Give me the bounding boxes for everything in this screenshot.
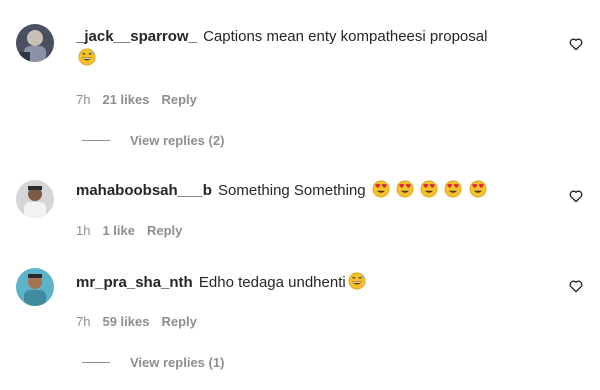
reply-button[interactable]: Reply — [147, 223, 182, 238]
avatar[interactable] — [16, 268, 54, 306]
divider-line — [82, 140, 110, 141]
like-heart-icon[interactable] — [568, 188, 584, 204]
heart-eyes-emoji-icon — [396, 180, 414, 198]
divider-line — [82, 362, 110, 363]
username[interactable]: mahaboobsah___b — [76, 182, 212, 199]
view-replies-button[interactable]: View replies (2) — [82, 133, 224, 148]
comment-meta: 7h 59 likes Reply — [76, 314, 197, 329]
heart-eyes-emoji-icon — [444, 180, 462, 198]
username[interactable]: _jack__sparrow_ — [76, 28, 197, 45]
likes-count[interactable]: 21 likes — [102, 92, 149, 107]
view-replies-button[interactable]: View replies (1) — [82, 355, 224, 370]
comment-body: Edho tedaga undhenti — [198, 274, 346, 291]
comment-text: mr_pra_sha_nth Edho tedaga undhenti — [76, 272, 546, 294]
heart-eyes-emoji-icon — [420, 180, 438, 198]
view-replies-label: View replies (2) — [130, 133, 225, 148]
username[interactable]: mr_pra_sha_nth — [76, 274, 193, 291]
avatar[interactable] — [16, 180, 54, 218]
reply-button[interactable]: Reply — [161, 314, 196, 329]
like-heart-icon[interactable] — [568, 278, 584, 294]
heart-eyes-emoji-icon — [372, 180, 390, 198]
reply-button[interactable]: Reply — [161, 92, 196, 107]
heart-eyes-emoji-icon — [469, 180, 486, 198]
comment-time: 1h — [76, 223, 91, 238]
view-replies-label: View replies (1) — [130, 355, 225, 370]
comment-time: 7h — [76, 314, 91, 329]
comment-meta: 1h 1 like Reply — [76, 223, 182, 238]
comment-meta: 7h 21 likes Reply — [76, 92, 197, 107]
likes-count[interactable]: 59 likes — [102, 314, 149, 329]
avatar[interactable] — [16, 24, 54, 62]
comment-body: Something Something — [218, 182, 366, 199]
grinning-sweat-emoji-icon — [78, 48, 96, 66]
comment-text: _jack__sparrow_ Captions mean enty kompa… — [76, 26, 546, 70]
grinning-sweat-emoji-icon — [348, 272, 366, 290]
comment-body: Captions mean enty kompatheesi proposal — [203, 28, 488, 45]
comment-time: 7h — [76, 92, 91, 107]
likes-count[interactable]: 1 like — [102, 223, 135, 238]
like-heart-icon[interactable] — [568, 36, 584, 52]
emoji-group — [370, 180, 487, 202]
comment-text: mahaboobsah___b Something Something — [76, 180, 546, 202]
